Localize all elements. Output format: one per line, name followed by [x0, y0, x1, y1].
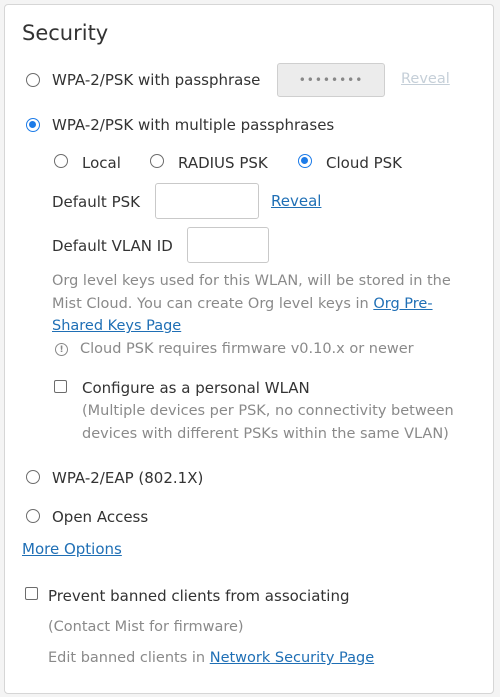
prevent-banned-label: Prevent banned clients from associating: [48, 587, 350, 605]
wpa2-eap-label: WPA-2/EAP (802.1X): [52, 469, 204, 487]
default-vlan-input[interactable]: [187, 227, 269, 263]
org-keys-description-line2: Mist Cloud. You can create Org level key…: [52, 296, 433, 312]
open-access-radio[interactable]: [26, 509, 40, 523]
personal-wlan-help-line1: (Multiple devices per PSK, no connectivi…: [82, 403, 454, 419]
contact-mist-note: (Contact Mist for firmware): [48, 619, 244, 635]
wpa2-psk-radio[interactable]: [26, 73, 40, 87]
personal-wlan-checkbox[interactable]: [54, 380, 67, 393]
firmware-note: Cloud PSK requires firmware v0.10.x or n…: [80, 341, 414, 357]
personal-wlan-label: Configure as a personal WLAN: [82, 379, 310, 397]
security-panel: Security WPA-2/PSK with passphrase •••••…: [4, 4, 494, 694]
wpa2-psk-label: WPA-2/PSK with passphrase: [52, 71, 261, 89]
info-icon: !: [55, 343, 68, 356]
local-label: Local: [82, 154, 121, 172]
radius-psk-radio[interactable]: [150, 154, 164, 168]
default-vlan-label: Default VLAN ID: [52, 237, 173, 255]
cloud-psk-radio[interactable]: [298, 154, 312, 168]
cloud-psk-label: Cloud PSK: [326, 154, 403, 172]
local-radio[interactable]: [54, 154, 68, 168]
more-options-link[interactable]: More Options: [22, 540, 122, 558]
network-security-page-link[interactable]: Network Security Page: [210, 650, 374, 666]
passphrase-input: ••••••••: [277, 63, 385, 97]
reveal-passphrase-link: Reveal: [401, 71, 450, 87]
radius-psk-label: RADIUS PSK: [178, 154, 268, 172]
edit-banned-text: Edit banned clients in Network Security …: [48, 650, 375, 666]
open-access-label: Open Access: [52, 508, 149, 526]
org-psk-link-part2[interactable]: Shared Keys Page: [52, 318, 181, 334]
reveal-psk-link[interactable]: Reveal: [271, 192, 321, 210]
wpa2-eap-radio[interactable]: [26, 470, 40, 484]
wpa2-multi-psk-label: WPA-2/PSK with multiple passphrases: [52, 116, 335, 134]
section-title: Security: [22, 21, 109, 45]
personal-wlan-help-line2: devices with different PSKs within the s…: [82, 426, 449, 442]
default-psk-label: Default PSK: [52, 193, 140, 211]
wpa2-multi-psk-radio[interactable]: [26, 118, 40, 132]
default-psk-input[interactable]: [155, 183, 259, 219]
org-psk-link-part1[interactable]: Org Pre-: [373, 296, 432, 312]
org-keys-description-line1: Org level keys used for this WLAN, will …: [52, 273, 451, 289]
prevent-banned-checkbox[interactable]: [25, 587, 38, 600]
